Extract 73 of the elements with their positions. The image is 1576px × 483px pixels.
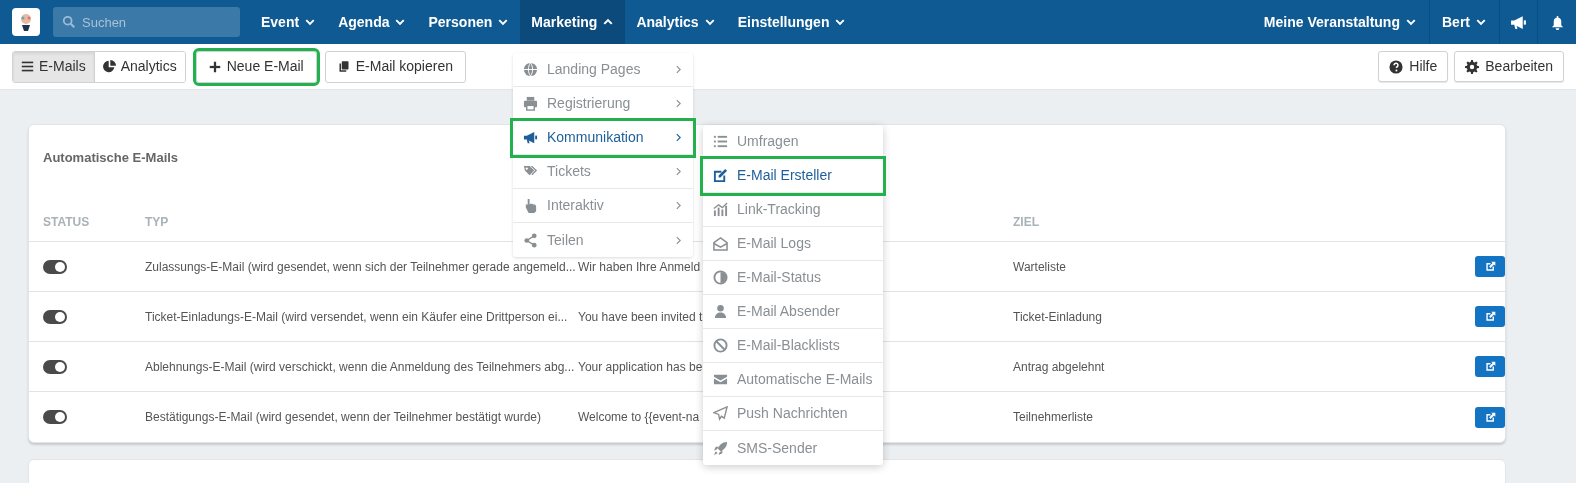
help-button[interactable]: Hilfe [1378, 51, 1449, 82]
half-circle-icon [713, 270, 728, 285]
table-cell-text: Warteliste [1013, 258, 1066, 276]
open-button[interactable] [1475, 256, 1505, 277]
nav-menu[interactable]: Analytics [625, 0, 727, 44]
toggle-switch[interactable] [43, 410, 67, 424]
external-link-icon [1484, 311, 1496, 322]
paper-plane-icon [713, 406, 728, 421]
logo [12, 8, 40, 36]
table-cell-text: Teilnehmerliste [1013, 409, 1094, 426]
external-link-icon [1484, 361, 1496, 372]
chevron-right-icon [674, 99, 683, 108]
table-cell-text: Antrag abgelehnt [1013, 358, 1105, 376]
toolbar-button[interactable]: Neue E-Mail [195, 50, 317, 83]
column-header: ZIEL [1013, 214, 1040, 231]
column-header: STATUS [43, 214, 91, 231]
ban-icon [713, 338, 728, 353]
table-cell-text: Ticket-Einladung [1013, 308, 1102, 326]
copy-icon [337, 60, 350, 73]
user-icon [713, 304, 728, 319]
chart-icon [713, 202, 728, 217]
megaphone-icon [523, 130, 538, 145]
table-cell-text: Bestätigungs-E-Mail (wird gesendet, wenn der Teilnehmer bestätigt wurde) [145, 409, 541, 426]
help-icon [1389, 59, 1404, 74]
table-cell-text: You have been invited t [578, 308, 703, 326]
globe-icon [523, 62, 538, 77]
table-cell-text: Wir haben Ihre Anmeld [578, 258, 701, 276]
pie-chart-icon [102, 60, 116, 73]
tab[interactable]: E-Mails [13, 51, 94, 82]
nav-menu[interactable]: Personen [417, 0, 521, 44]
envelope-icon [713, 372, 728, 387]
share-icon [523, 232, 538, 248]
edit-button[interactable]: Bearbeiten [1454, 51, 1564, 82]
search-icon [62, 15, 76, 29]
search-field[interactable]: Suchen [53, 7, 240, 37]
tab[interactable]: Analytics [93, 51, 185, 82]
edit-icon [713, 168, 728, 183]
toggle-switch[interactable] [43, 359, 67, 374]
list-icon [713, 134, 728, 149]
envelope-open-icon [713, 236, 728, 251]
card-title: Automatische E-Mails [43, 150, 179, 165]
menu-item[interactable]: Kommunikation [513, 121, 693, 155]
table-cell-text: Your application has be [578, 358, 703, 376]
table-cell-text: Ticket-Einladungs-E-Mail (wird versendet, wenn ein Käufer eine Drittperson ei... [145, 308, 568, 326]
toggle-switch[interactable] [43, 309, 67, 324]
hand-pointer-icon [523, 198, 538, 213]
toggle-switch[interactable] [43, 259, 67, 274]
table-cell-text: Welcome to {{event-na [578, 409, 700, 426]
chevron-right-icon [674, 133, 683, 142]
open-button[interactable] [1475, 356, 1505, 377]
table-cell-text: Ablehnungs-E-Mail (wird verschickt, wenn die Anmeldung des Teilnehmers abg... [145, 358, 575, 376]
open-button[interactable] [1475, 406, 1505, 428]
external-link-icon [1484, 411, 1496, 423]
table-cell-text: Zulassungs-E-Mail (wird gesendet, wenn sich der Teilnehmer gerade angemeld... [145, 258, 576, 276]
chevron-right-icon [674, 167, 683, 176]
nav-menu[interactable]: Event [250, 0, 328, 44]
menu-item[interactable]: E-Mail Ersteller [703, 159, 883, 193]
nav-menu[interactable]: Einstellungen [726, 0, 858, 44]
nav-menu[interactable]: Agenda [327, 0, 418, 44]
list-icon [21, 60, 34, 73]
toolbar-button[interactable]: E-Mail kopieren [324, 50, 466, 83]
chevron-right-icon [674, 65, 683, 74]
chevron-right-icon [674, 235, 683, 245]
settings-icon [1465, 59, 1480, 74]
rocket-icon [713, 440, 728, 456]
external-link-icon [1484, 261, 1496, 272]
nav-menu[interactable]: Marketing [520, 0, 626, 44]
megaphone-icon [1510, 13, 1527, 31]
column-header: TYP [145, 214, 170, 231]
printer-icon [523, 96, 538, 111]
open-button[interactable] [1475, 306, 1505, 327]
chevron-right-icon [674, 201, 683, 210]
plus-icon [208, 60, 221, 73]
